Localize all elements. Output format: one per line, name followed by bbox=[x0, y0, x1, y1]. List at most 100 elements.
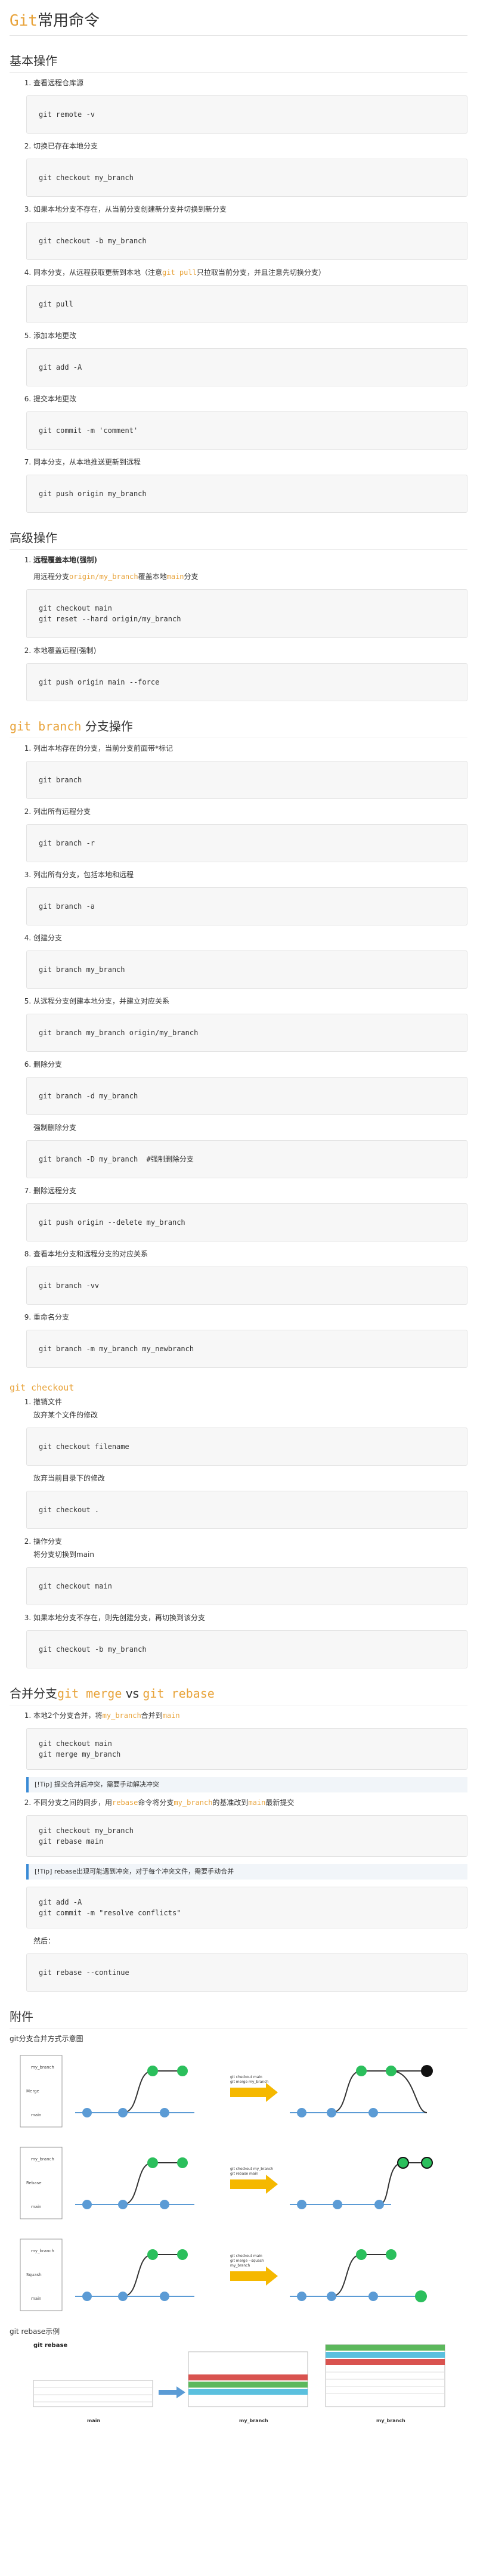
code-block[interactable]: git branch -r bbox=[26, 824, 467, 862]
basic-list: 查看远程仓库源 git remote -v 切换已存在本地分支 git chec… bbox=[10, 78, 467, 513]
branch-heading: git branch 分支操作 bbox=[10, 717, 467, 738]
legend-label: main bbox=[31, 2205, 42, 2209]
commit-row-highlight bbox=[188, 2374, 308, 2380]
code-block[interactable]: git branch -D my_branch #强制删除分支 bbox=[26, 1140, 467, 1178]
merge-commit-node bbox=[421, 2065, 433, 2077]
code-block[interactable]: git commit -m 'comment' bbox=[26, 411, 467, 450]
tip-callout: [!Tip] 提交合并后冲突，需要手动解决冲突 bbox=[26, 1777, 467, 1792]
item-label: 列出本地存在的分支，当前分支前面带*标记 bbox=[33, 744, 174, 753]
merge-list: 本地2个分支合并，将my_branch合并到main git checkout … bbox=[10, 1710, 467, 1992]
commit-node bbox=[118, 2292, 128, 2301]
item-label: 撤销文件 bbox=[33, 1398, 63, 1406]
list-item: 列出所有远程分支 git branch -r bbox=[26, 806, 467, 862]
column-label: main bbox=[87, 2418, 100, 2423]
code-block[interactable]: git checkout main git merge my_branch bbox=[26, 1728, 467, 1770]
code-block[interactable]: git checkout -b my_branch bbox=[26, 1630, 467, 1668]
list-item: 撤销文件 放弃某个文件的修改 git checkout filename 放弃当… bbox=[26, 1397, 467, 1529]
arrow-label: git checkout my_branch bbox=[230, 2167, 273, 2171]
commit-node bbox=[368, 2108, 378, 2117]
arrow-label: my_branch bbox=[230, 2264, 250, 2268]
commit-row-highlight bbox=[326, 2352, 445, 2358]
code-block[interactable]: git pull bbox=[26, 285, 467, 323]
commit-node bbox=[356, 2066, 367, 2076]
commit-node bbox=[297, 2200, 306, 2209]
list-item: 本地2个分支合并，将my_branch合并到main git checkout … bbox=[26, 1710, 467, 1792]
commit-node bbox=[147, 2249, 158, 2260]
code-block[interactable]: git branch -vv bbox=[26, 1267, 467, 1305]
code-block[interactable]: git branch bbox=[26, 761, 467, 799]
item-label: 创建分支 bbox=[33, 934, 63, 942]
item-label: 如果本地分支不存在，则先创建分支，再切换到该分支 bbox=[33, 1614, 206, 1622]
code-block[interactable]: git checkout main git reset --hard origi… bbox=[26, 589, 467, 638]
merge-curve bbox=[391, 2070, 428, 2113]
title-prefix: Git bbox=[10, 12, 38, 30]
commit-node bbox=[160, 2200, 169, 2209]
squash-commit-node bbox=[415, 2290, 427, 2302]
heading-text: 合并分支 bbox=[10, 1686, 57, 1701]
code-block[interactable]: git branch my_branch bbox=[26, 950, 467, 989]
rebase-example-title: git rebase bbox=[33, 2342, 67, 2349]
legend-label: main bbox=[31, 2113, 42, 2117]
arrow-label: git checkout main bbox=[230, 2075, 262, 2079]
inline-code: origin/my_branch bbox=[69, 572, 138, 581]
item-label: 最新提交 bbox=[265, 1798, 295, 1807]
arrow-label: git rebase main bbox=[230, 2172, 258, 2176]
list-item: 创建分支 git branch my_branch bbox=[26, 933, 467, 989]
commit-node bbox=[82, 2292, 92, 2301]
commit-node bbox=[374, 2200, 384, 2209]
code-block[interactable]: git push origin main --force bbox=[26, 663, 467, 701]
legend-label: main bbox=[31, 2296, 42, 2301]
list-item: 查看本地分支和远程分支的对应关系 git branch -vv bbox=[26, 1249, 467, 1305]
rebase-diagram-row: my_branch Rebase main git checkout my_br… bbox=[20, 2147, 433, 2219]
code-block[interactable]: git remote -v bbox=[26, 95, 467, 134]
commit-node bbox=[356, 2249, 367, 2260]
commit-node bbox=[160, 2292, 169, 2301]
code-block[interactable]: git add -A bbox=[26, 348, 467, 386]
code-block[interactable]: git checkout filename bbox=[26, 1428, 467, 1466]
code-block[interactable]: git push origin my_branch bbox=[26, 475, 467, 513]
heading-text: 分支操作 bbox=[81, 719, 133, 733]
item-label: 远程覆盖本地(强制) bbox=[33, 556, 97, 564]
code-block[interactable]: git checkout . bbox=[26, 1491, 467, 1529]
advanced-heading: 高级操作 bbox=[10, 528, 467, 550]
commit-node bbox=[368, 2292, 378, 2301]
code-block[interactable]: git add -A git commit -m "resolve confli… bbox=[26, 1887, 467, 1928]
code-block[interactable]: git branch my_branch origin/my_branch bbox=[26, 1014, 467, 1052]
commit-node bbox=[118, 2200, 128, 2209]
list-item: 重命名分支 git branch -m my_branch my_newbran… bbox=[26, 1312, 467, 1368]
code-block[interactable]: git branch -d my_branch bbox=[26, 1077, 467, 1115]
code-block[interactable]: git checkout my_branch bbox=[26, 159, 467, 197]
item-note: 用远程分支origin/my_branch覆盖本地main分支 bbox=[33, 571, 467, 582]
heading-text: vs bbox=[122, 1686, 143, 1701]
item-label: 如果本地分支不存在，从当前分支创建新分支并切换到新分支 bbox=[33, 205, 227, 213]
commit-node bbox=[147, 2066, 158, 2076]
code-block[interactable]: git branch -a bbox=[26, 887, 467, 925]
merge-diagram: my_branch Merge main git checkout main g… bbox=[10, 2047, 467, 2320]
item-label: 切换已存在本地分支 bbox=[33, 142, 98, 150]
page-title: Git常用命令 bbox=[10, 8, 467, 36]
list-item: 操作分支 将分支切换到main git checkout main bbox=[26, 1536, 467, 1605]
note-text: 用远程分支 bbox=[33, 572, 70, 581]
item-label: 的基准改到 bbox=[212, 1798, 249, 1807]
legend-label: my_branch bbox=[31, 2065, 54, 2070]
item-label: 删除分支 bbox=[33, 1060, 63, 1069]
commit-row-highlight bbox=[188, 2389, 308, 2395]
code-block[interactable]: git branch -m my_branch my_newbranch bbox=[26, 1330, 467, 1368]
list-item: 从远程分支创建本地分支，并建立对应关系 git branch my_branch… bbox=[26, 996, 467, 1052]
item-label: 从远程分支创建本地分支，并建立对应关系 bbox=[33, 997, 170, 1005]
code-block[interactable]: git checkout -b my_branch bbox=[26, 222, 467, 260]
commit-node bbox=[297, 2108, 306, 2117]
code-block[interactable]: git push origin --delete my_branch bbox=[26, 1203, 467, 1241]
inline-code: main bbox=[166, 572, 184, 581]
basic-heading: 基本操作 bbox=[10, 51, 467, 73]
arrow-label: git merge --squash bbox=[230, 2259, 264, 2263]
commit-node bbox=[147, 2157, 158, 2168]
arrow-icon bbox=[230, 2175, 278, 2194]
commit-row-highlight bbox=[188, 2382, 308, 2388]
code-block[interactable]: git rebase --continue bbox=[26, 1953, 467, 1992]
note-text: 覆盖本地 bbox=[138, 572, 167, 581]
note-text: 分支 bbox=[184, 572, 199, 581]
commit-node bbox=[118, 2108, 128, 2117]
code-block[interactable]: git checkout my_branch git rebase main bbox=[26, 1815, 467, 1857]
code-block[interactable]: git checkout main bbox=[26, 1567, 467, 1605]
